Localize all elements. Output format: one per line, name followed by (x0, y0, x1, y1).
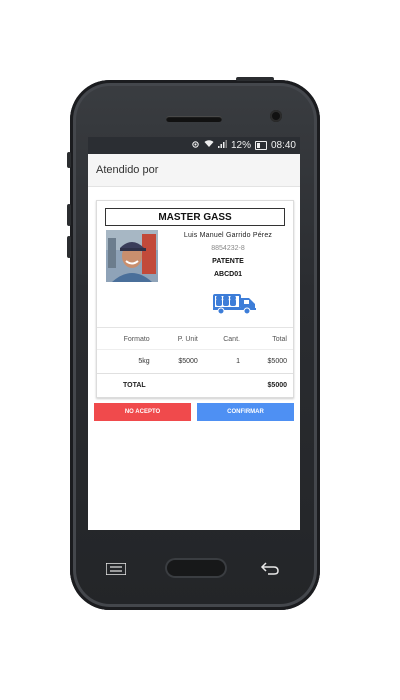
col-header: P. Unit (177, 336, 198, 343)
card-divider (97, 327, 293, 328)
confirm-button[interactable]: CONFIRMAR (197, 403, 294, 421)
driver-card: MASTER GASS Luis Manuel Garrido Pérez 88… (96, 200, 294, 398)
wifi-icon (204, 140, 214, 151)
battery-percent: 12% (230, 140, 251, 151)
col-header: Cant. (223, 336, 240, 343)
status-time: 08:40 (270, 140, 296, 151)
col-header: Total (272, 336, 287, 343)
total-value: $5000 (203, 373, 293, 397)
earpiece-speaker (166, 116, 222, 122)
side-button (67, 236, 71, 258)
battery-icon (254, 141, 267, 150)
delivery-truck-icon (213, 289, 257, 315)
cell-unit-price: $5000 (155, 349, 204, 374)
plate-value: ABCD01 (213, 271, 242, 278)
driver-name: Luis Manuel Garrido Pérez (183, 232, 273, 239)
phone-frame: 12% 08:40 Atendido por MASTER GASS Luis … (67, 77, 320, 610)
volume-up-button (67, 152, 71, 168)
total-label: TOTAL (97, 373, 204, 397)
driver-rut: 8854232-8 (211, 245, 245, 252)
reject-button[interactable]: NO ACEPTO (94, 403, 191, 421)
cell-format: 5kg (97, 349, 156, 374)
phone-screen: 12% 08:40 Atendido por MASTER GASS Luis … (88, 137, 300, 530)
cell-total: $5000 (245, 349, 293, 374)
power-button (236, 77, 274, 81)
menu-icon[interactable] (105, 562, 127, 576)
col-header: Formato (123, 336, 150, 343)
company-name: MASTER GASS (105, 208, 285, 226)
home-button[interactable] (165, 558, 227, 578)
volume-down-button (67, 204, 71, 226)
table-header-row: Formato P. Unit Cant. Total (97, 330, 293, 350)
plate-label: PATENTE (212, 258, 244, 265)
front-camera (270, 110, 282, 122)
table-row: 5kg $5000 1 $5000 (97, 349, 293, 374)
back-icon[interactable] (260, 560, 280, 576)
cell-quantity: 1 (203, 349, 246, 374)
order-table: Formato P. Unit Cant. Total 5kg $5000 1 … (97, 330, 293, 397)
total-row: TOTAL $5000 (97, 373, 293, 397)
driver-info: Luis Manuel Garrido Pérez 8854232-8 PATE… (169, 232, 287, 278)
status-bar: 12% 08:40 (88, 137, 300, 154)
page-title: Atendido por (96, 164, 159, 176)
driver-photo (106, 230, 158, 282)
app-bar: Atendido por (88, 154, 300, 187)
signal-icon (217, 140, 227, 151)
location-icon (191, 140, 200, 152)
